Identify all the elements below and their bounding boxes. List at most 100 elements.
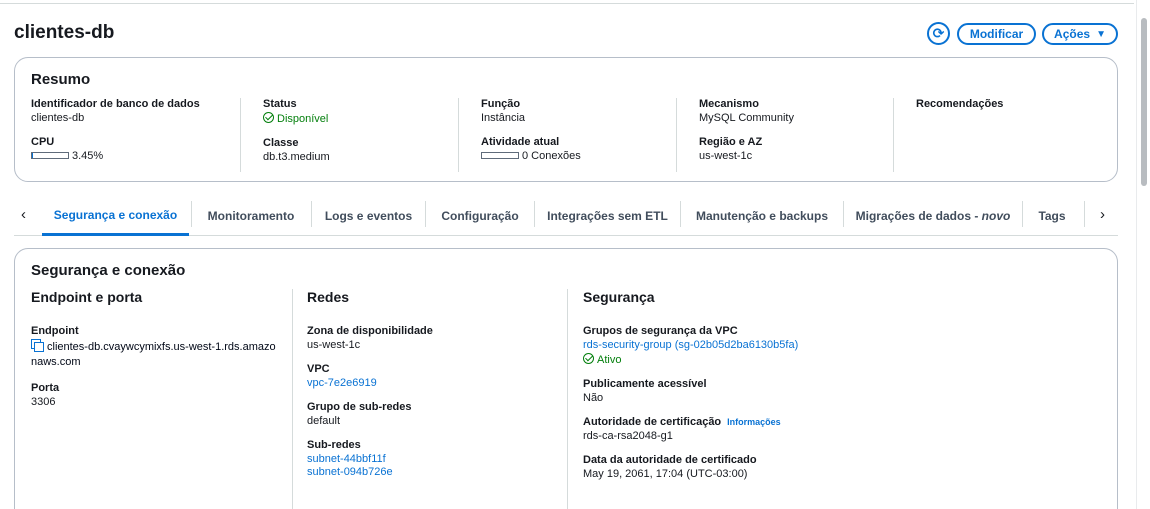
networks-column: Redes Zona de disponibilidade us-west-1c… [292, 289, 568, 509]
summary-column-2: Status Disponível Classe db.t3.medium [240, 98, 458, 172]
security-column: Segurança Grupos de segurança da VPC rds… [567, 289, 1107, 509]
cpu-meter-fill [32, 153, 34, 158]
cpu-value: 3.45% [72, 150, 104, 162]
copy-icon[interactable] [31, 339, 44, 352]
cpu-field: CPU 3.45% [31, 136, 241, 162]
region-label: Região e AZ [699, 136, 763, 148]
region-field: Região e AZ us-west-1c [699, 136, 893, 162]
subnets-field: Sub-redes subnet-44bbf11f subnet-094b726… [307, 439, 568, 478]
summary-column-4: Mecanismo MySQL Community Região e AZ us… [676, 98, 893, 172]
az-label: Zona de disponibilidade [307, 325, 433, 337]
recommendations-field: Recomendações [916, 98, 1103, 110]
ca-field: Autoridade de certificação Informações rd… [583, 416, 1107, 442]
cpu-value-row: 3.45% [31, 150, 241, 162]
vpc-label: VPC [307, 363, 330, 375]
security-heading: Segurança [583, 289, 655, 305]
refresh-button[interactable]: ⟳ [927, 22, 950, 45]
role-label: Função [481, 98, 521, 110]
caret-down-icon: ▼ [1096, 28, 1106, 40]
vpc-link[interactable]: vpc-7e2e6919 [307, 377, 568, 389]
tab-divider [1084, 201, 1085, 227]
tab-security-connection[interactable]: Segurança e conexão [42, 197, 189, 236]
class-value: db.t3.medium [263, 151, 330, 163]
endpoint-port-column: Endpoint e porta Endpoint clientes-db.cv… [31, 289, 293, 509]
engine-value: MySQL Community [699, 112, 794, 124]
tab-scroll-left-icon[interactable]: ‹ [21, 206, 26, 223]
recommendations-label: Recomendações [916, 98, 1004, 110]
summary-column-1: Identificador de banco de dados clientes… [31, 98, 241, 172]
port-value: 3306 [31, 396, 56, 408]
ca-info-link[interactable]: Informações [727, 417, 781, 427]
page-header: clientes-db ⟳ Modificar Ações ▼ [14, 20, 1118, 48]
ca-date-field: Data da autoridade de certificado May 19… [583, 454, 1107, 480]
modify-button[interactable]: Modificar [957, 23, 1036, 45]
endpoint-label: Endpoint [31, 325, 79, 337]
vpc-field: VPC vpc-7e2e6919 [307, 363, 568, 389]
status-value: Disponível [277, 113, 329, 125]
summary-column-5: Recomendações [893, 98, 1103, 172]
identifier-label: Identificador de banco de dados [31, 98, 200, 110]
subnet-group-label: Grupo de sub-redes [307, 401, 412, 413]
az-field: Zona de disponibilidade us-west-1c [307, 325, 568, 351]
activity-field: Atividade atual 0 Conexões [481, 136, 676, 162]
actions-button[interactable]: Ações ▼ [1042, 23, 1118, 45]
tab-monitoring[interactable]: Monitoramento [192, 197, 310, 235]
status-value-row: Disponível [263, 112, 458, 125]
engine-field: Mecanismo MySQL Community [699, 98, 893, 124]
vpc-sg-label: Grupos de segurança da VPC [583, 325, 738, 337]
role-value: Instância [481, 112, 526, 124]
ca-date-value: May 19, 2061, 17:04 (UTC-03:00) [583, 468, 748, 480]
security-connection-panel: Segurança e conexão Endpoint e porta End… [14, 248, 1118, 509]
networks-heading: Redes [307, 289, 350, 305]
page-scrollbar[interactable] [1136, 0, 1150, 509]
status-field: Status Disponível [263, 98, 458, 125]
check-circle-icon [263, 112, 274, 123]
endpoint-field: Endpoint clientes-db.cvaywcymixfs.us-wes… [31, 325, 293, 370]
check-circle-icon [583, 353, 594, 364]
cpu-meter [31, 152, 69, 159]
vpc-sg-status-row: Ativo [583, 353, 1107, 366]
tab-data-migrations[interactable]: Migrações de dados - novo [844, 197, 1022, 235]
summary-title: Resumo [31, 71, 91, 88]
identifier-field: Identificador de banco de dados clientes… [31, 98, 241, 124]
activity-label: Atividade atual [481, 136, 560, 148]
subnet-link[interactable]: subnet-094b726e [307, 466, 568, 478]
vpc-sg-status: Ativo [597, 354, 622, 366]
engine-label: Mecanismo [699, 98, 759, 110]
identifier-value: clientes-db [31, 112, 85, 124]
public-access-value: Não [583, 392, 604, 404]
endpoint-value-row: clientes-db.cvaywcymixfs.us-west-1.rds.a… [31, 339, 281, 370]
status-label: Status [263, 98, 297, 110]
port-label: Porta [31, 382, 60, 394]
tab-scroll-right-icon[interactable]: › [1100, 206, 1105, 223]
vpc-sg-link[interactable]: rds-security-group (sg-02b05d2ba6130b5fa… [583, 339, 1107, 351]
activity-value-row: 0 Conexões [481, 150, 676, 162]
summary-column-3: Função Instância Atividade atual 0 Conex… [458, 98, 676, 172]
subnet-group-value: default [307, 415, 341, 427]
tab-maintenance-backups[interactable]: Manutenção e backups [681, 197, 843, 235]
new-badge: novo [981, 209, 1011, 223]
tab-zero-etl[interactable]: Integrações sem ETL [535, 197, 680, 235]
endpoint-port-heading: Endpoint e porta [31, 289, 143, 305]
tab-bar: ‹ Segurança e conexão Monitoramento Logs… [14, 197, 1118, 236]
subnets-label: Sub-redes [307, 439, 361, 451]
scrollbar-thumb[interactable] [1141, 18, 1147, 186]
role-field: Função Instância [481, 98, 676, 124]
ca-label: Autoridade de certificação [583, 416, 722, 428]
class-field: Classe db.t3.medium [263, 137, 458, 163]
ca-value: rds-ca-rsa2048-g1 [583, 430, 673, 442]
top-divider [0, 3, 1134, 4]
port-field: Porta 3306 [31, 382, 293, 408]
security-connection-title: Segurança e conexão [31, 262, 186, 279]
ca-label-row: Autoridade de certificação Informações [583, 416, 1107, 428]
tab-configuration[interactable]: Configuração [426, 197, 534, 235]
tab-logs-events[interactable]: Logs e eventos [312, 197, 425, 235]
cpu-label: CPU [31, 136, 55, 148]
summary-panel: Resumo Identificador de banco de dados c… [14, 57, 1118, 182]
subnet-link[interactable]: subnet-44bbf11f [307, 453, 568, 465]
public-access-label: Publicamente acessível [583, 378, 707, 390]
tab-tags[interactable]: Tags [1023, 197, 1081, 235]
vpc-sg-field: Grupos de segurança da VPC rds-security-… [583, 325, 1107, 366]
endpoint-value: clientes-db.cvaywcymixfs.us-west-1.rds.a… [31, 341, 276, 368]
activity-value: 0 Conexões [522, 150, 581, 162]
